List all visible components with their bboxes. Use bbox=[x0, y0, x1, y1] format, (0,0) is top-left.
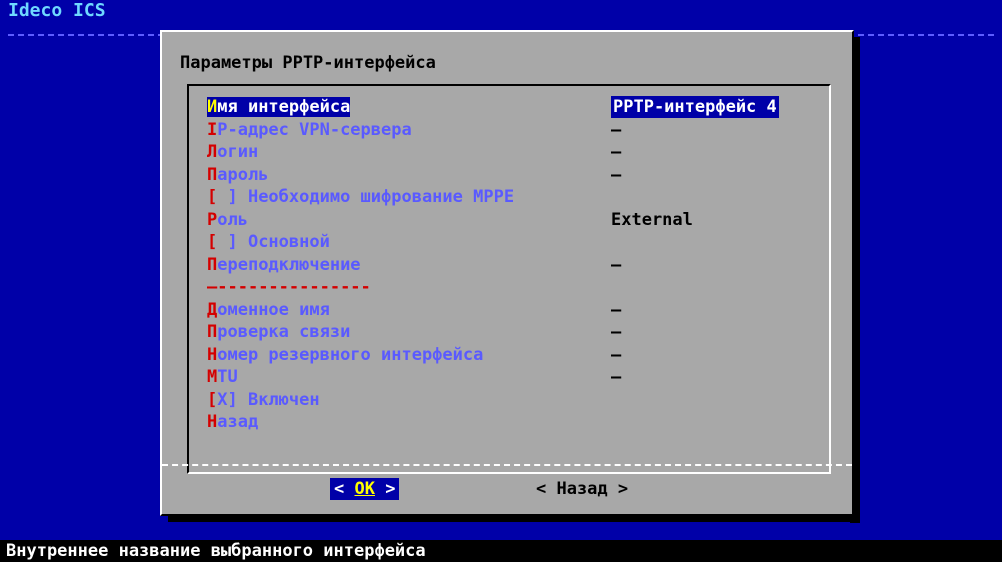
menu-item-value: – bbox=[611, 344, 622, 365]
menu-item-value: PPTP-интерфейс 4 bbox=[611, 96, 779, 118]
menu-item-hotkey: Н bbox=[207, 412, 218, 432]
menu-item-hotkey: П bbox=[207, 322, 218, 342]
menu-item-value: – bbox=[611, 119, 622, 140]
menu-item-label: Пароль bbox=[207, 165, 268, 185]
menu-item-label: MTU bbox=[207, 367, 238, 387]
menu-item-text: TU bbox=[217, 367, 238, 387]
menu-item[interactable]: Пароль – bbox=[207, 164, 827, 186]
menu-separator: --------------- bbox=[217, 277, 371, 297]
menu-item[interactable]: Имя интерфейса PPTP-интерфейс 4 bbox=[207, 96, 827, 118]
settings-dialog: Параметры PPTP-интерфейса Имя интерфейса… bbox=[160, 30, 854, 516]
menu-item-hotkey: [ bbox=[207, 389, 218, 410]
menu-item[interactable]: [ ] Необходимо шифрование MPPE bbox=[207, 186, 827, 208]
ok-button-label: OK bbox=[354, 479, 375, 499]
ok-button-right: > bbox=[374, 479, 396, 499]
menu-item-label: Имя интерфейса bbox=[207, 97, 351, 117]
menu-box: Имя интерфейса PPTP-интерфейс 4 IP-адрес V… bbox=[187, 84, 831, 474]
menu-item-value: – bbox=[611, 367, 622, 387]
menu-item[interactable]: IP-адрес VPN-сервера – bbox=[207, 119, 827, 141]
menu-item-hotkey: П bbox=[207, 254, 218, 275]
menu-item-text: ароль bbox=[217, 164, 269, 185]
menu-item-hotkey: Р bbox=[207, 209, 218, 230]
menu-item-text: роверка связи bbox=[217, 322, 351, 342]
menu-item[interactable]: Доменное имя – bbox=[207, 299, 827, 321]
menu-item-label: Доменное имя bbox=[207, 300, 330, 320]
menu-item[interactable]: Роль External bbox=[207, 209, 827, 231]
menu-item-hotkey: Л bbox=[207, 142, 218, 162]
menu-item[interactable]: Проверка связи – bbox=[207, 321, 827, 343]
menu-item-label: [X] Включен bbox=[207, 390, 320, 410]
menu-item-value: – bbox=[611, 299, 622, 320]
menu-item[interactable]: MTU – bbox=[207, 366, 827, 388]
menu-item-text: мя интерфейса bbox=[217, 97, 351, 117]
menu-item-hotkey: И bbox=[207, 97, 218, 117]
menu-item-hotkey: I bbox=[207, 119, 218, 140]
menu-item-text: омер резервного интерфейса bbox=[217, 344, 484, 365]
menu-item-hotkey: – bbox=[207, 277, 218, 297]
menu-item-text: ] Основной bbox=[217, 232, 330, 252]
menu-item-label: Назад bbox=[207, 412, 258, 432]
menu-item[interactable]: Переподключение – bbox=[207, 254, 827, 276]
menu-item-label: [ ] Необходимо шифрование MPPE bbox=[207, 187, 514, 207]
menu-item-value: External bbox=[611, 209, 693, 230]
menu-item-hotkey: [ bbox=[207, 187, 218, 207]
dialog-title: Параметры PPTP-интерфейса bbox=[180, 53, 436, 73]
menu-item-text: оль bbox=[217, 209, 248, 230]
menu-item-text: ] Необходимо шифрование MPPE bbox=[217, 187, 515, 207]
menu-item-hotkey: Д bbox=[207, 299, 218, 320]
button-divider bbox=[162, 464, 852, 466]
menu-item-label: Номер резервного интерфейса bbox=[207, 345, 483, 365]
status-bar: Внутреннее название выбранного интерфейс… bbox=[0, 540, 1002, 562]
menu-item-label: –--------------- bbox=[207, 277, 371, 297]
back-button[interactable]: < Назад > bbox=[536, 478, 628, 500]
menu-item-value: – bbox=[611, 164, 622, 185]
menu-item-text: оменное имя bbox=[217, 299, 330, 320]
menu-item-label: [ ] Основной bbox=[207, 232, 330, 252]
menu-item-text: огин bbox=[217, 142, 259, 162]
menu-item-text: P-адрес VPN-сервера bbox=[217, 119, 412, 140]
menu-item-text: азад bbox=[217, 412, 259, 432]
menu-item-value: – bbox=[611, 254, 622, 275]
menu-item-hotkey: [ bbox=[207, 232, 218, 252]
menu-item[interactable]: Номер резервного интерфейса – bbox=[207, 344, 827, 366]
menu-item-text: X] Включен bbox=[217, 389, 320, 410]
menu-item-value: – bbox=[611, 322, 622, 342]
menu-item[interactable]: Логин – bbox=[207, 141, 827, 163]
menu-item-label: Переподключение bbox=[207, 255, 361, 275]
menu-item[interactable]: [X] Включен bbox=[207, 389, 827, 411]
menu-item-label: Логин bbox=[207, 142, 258, 162]
ok-button-left: < bbox=[334, 479, 355, 499]
menu-item-label: IP-адрес VPN-сервера bbox=[207, 120, 412, 140]
menu-item-label: Проверка связи bbox=[207, 322, 350, 342]
app-title: Ideco ICS bbox=[8, 0, 106, 21]
menu-item[interactable]: –--------------- bbox=[207, 276, 827, 298]
menu-item-hotkey: Н bbox=[207, 344, 218, 365]
menu-item-label: Роль bbox=[207, 210, 248, 230]
menu-item-value: – bbox=[611, 142, 622, 162]
ok-button[interactable]: < OK > bbox=[330, 478, 400, 500]
menu-item-text: ереподключение bbox=[217, 254, 361, 275]
menu-item-hotkey: П bbox=[207, 164, 218, 185]
menu-item[interactable]: [ ] Основной bbox=[207, 231, 827, 253]
menu-item[interactable]: Назад bbox=[207, 411, 827, 433]
menu-item-hotkey: M bbox=[207, 367, 218, 387]
